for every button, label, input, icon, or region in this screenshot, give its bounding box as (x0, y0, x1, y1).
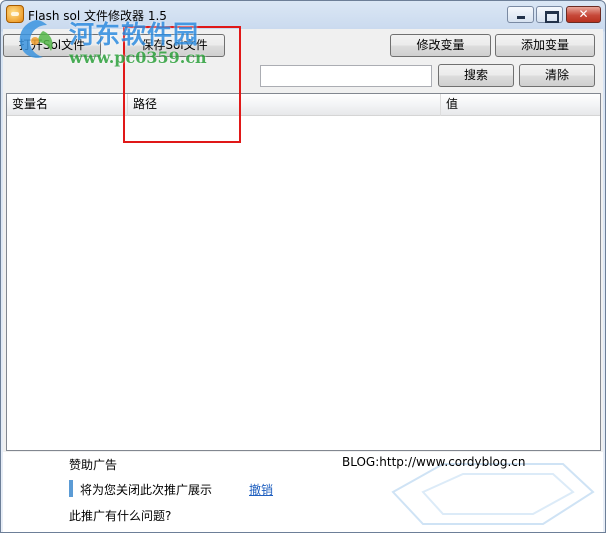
watermark-url: www.pc0359.cn (69, 48, 207, 67)
app-window: Flash sol 文件修改器 1.5 打开Sol文件 保存Sol文件 修改变量… (0, 0, 606, 533)
maximize-button[interactable] (536, 6, 563, 23)
variable-list[interactable]: 变量名 路径 值 (6, 93, 601, 451)
search-input[interactable] (260, 65, 432, 87)
client-area: 打开Sol文件 保存Sol文件 修改变量 添加变量 搜索 清除 变量名 路径 值… (3, 29, 603, 532)
add-variable-button[interactable]: 添加变量 (495, 34, 595, 57)
close-button[interactable] (566, 6, 601, 23)
modify-variable-button[interactable]: 修改变量 (390, 34, 491, 57)
watermark-title: 河东软件园 (69, 20, 200, 49)
ad-message: 将为您关闭此次推广展示 (80, 483, 213, 497)
ad-question[interactable]: 此推广有什么问题? (69, 507, 171, 524)
minimize-button[interactable] (507, 6, 534, 23)
search-button[interactable]: 搜索 (438, 64, 514, 87)
ad-accent-bar (69, 480, 73, 497)
ad-panel: 赞助广告 BLOG:http://www.cordyblog.cn 将为您关闭此… (3, 452, 603, 532)
column-header-value[interactable]: 值 (441, 94, 600, 116)
watermark: 河东软件园 www.pc0359.cn (13, 11, 233, 71)
watermark-logo-icon (19, 20, 53, 58)
column-header-name[interactable]: 变量名 (7, 94, 128, 116)
undo-link[interactable]: 撤销 (249, 481, 273, 498)
blog-url: BLOG:http://www.cordyblog.cn (342, 455, 526, 469)
clear-button[interactable]: 清除 (519, 64, 595, 87)
list-header: 变量名 路径 值 (7, 94, 600, 116)
ad-label: 赞助广告 (69, 458, 118, 472)
